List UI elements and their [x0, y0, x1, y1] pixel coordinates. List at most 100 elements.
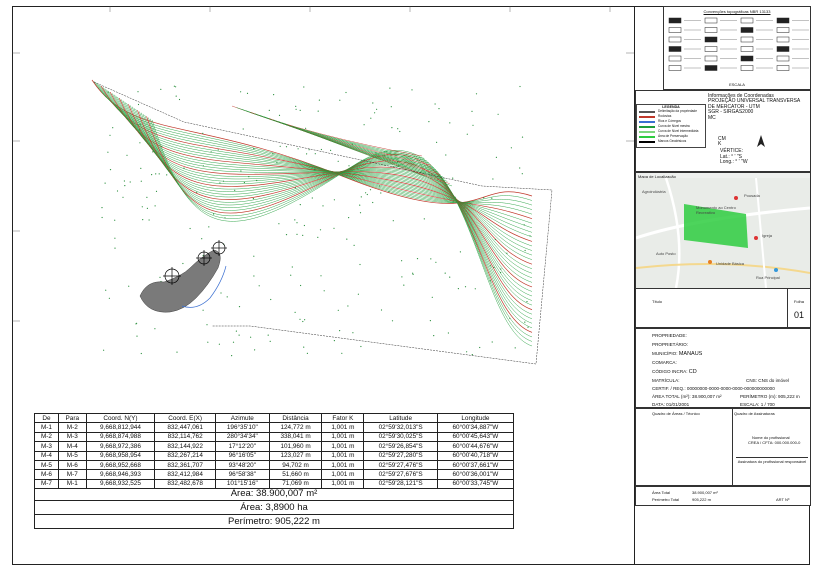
map-legend-items: Delimitação da propriedade Rodovias Rios e… — [637, 109, 705, 144]
spot-height — [196, 191, 198, 193]
spot-height — [412, 273, 414, 275]
spot-height — [389, 87, 391, 89]
contour-line — [241, 108, 427, 161]
table-cell: 1,001 m — [321, 441, 365, 452]
spot-height — [475, 93, 478, 95]
spot-height — [140, 180, 142, 182]
spot-height — [401, 276, 403, 278]
spot-height — [273, 94, 275, 96]
spot-height — [339, 99, 341, 101]
grid-lines — [12, 6, 634, 322]
spot-height — [137, 103, 140, 106]
map-legend: LEGENDA Delimitação da propriedade Rodovi… — [636, 104, 706, 148]
spot-height — [491, 341, 493, 343]
table-cell: 832,144,922 — [154, 441, 216, 452]
spot-height — [290, 274, 292, 276]
table-header-row: De Para Coord. N(Y) Coord. E(X) Azimute … — [34, 412, 515, 424]
spot-height — [497, 113, 499, 115]
contour-line — [120, 99, 533, 269]
spot-height — [142, 219, 144, 221]
spot-height — [319, 229, 322, 231]
spot-height — [253, 255, 255, 257]
escala-label: ESCALA: — [740, 402, 760, 407]
spot-height — [158, 173, 160, 175]
spot-height — [222, 180, 225, 182]
spot-height — [401, 260, 403, 262]
convention-symbol — [668, 46, 682, 52]
spot-height — [213, 213, 215, 215]
municipio-value: MANAUS — [678, 351, 703, 357]
spot-height — [313, 168, 316, 170]
spot-height — [433, 335, 435, 337]
spot-height — [303, 86, 305, 88]
spot-height — [365, 192, 367, 194]
spot-height — [489, 265, 492, 267]
cns-label: CNS: — [746, 378, 757, 383]
spot-height — [320, 148, 322, 151]
spot-height — [359, 212, 362, 214]
spot-height — [500, 268, 502, 270]
spot-height — [226, 296, 228, 298]
spot-height — [348, 165, 350, 167]
convention-symbol — [776, 17, 790, 24]
spot-height — [359, 204, 361, 206]
table-cell: 1,001 m — [321, 459, 365, 471]
spot-height — [101, 216, 103, 219]
spot-height — [202, 132, 204, 134]
spot-height — [108, 297, 110, 299]
map-label: Monumento ao Centro Recreativo — [696, 205, 736, 215]
map-label: Igreja — [762, 233, 773, 238]
col-distancia: Distância — [268, 412, 323, 424]
spot-height — [500, 271, 502, 274]
spot-height — [218, 343, 220, 345]
spot-height — [519, 167, 521, 169]
spot-height — [294, 219, 296, 221]
spot-height — [471, 354, 473, 356]
spot-height — [311, 197, 313, 199]
spot-height — [353, 244, 355, 246]
table-cell: M-7 — [57, 469, 87, 480]
table-cell: 02°59'27,280"S — [363, 450, 438, 461]
spot-height — [252, 198, 254, 200]
spot-height — [154, 205, 156, 207]
table-cell: 02°59'26,854"S — [363, 441, 438, 452]
legend-swatch — [639, 140, 655, 143]
spot-height — [436, 141, 438, 143]
spot-height — [523, 224, 525, 226]
spot-height — [114, 237, 116, 239]
spot-height — [148, 219, 150, 221]
spot-height — [300, 284, 302, 287]
cns-value: CNS do imóvel — [758, 378, 789, 383]
spot-height — [242, 128, 244, 130]
spot-height — [303, 346, 305, 348]
spot-height — [128, 285, 130, 287]
map-label: Agroindústria — [642, 189, 666, 194]
spot-height — [189, 227, 191, 230]
spot-height — [527, 326, 529, 328]
spot-height — [398, 165, 400, 167]
comarca-label: COMARCA: — [652, 360, 677, 365]
spot-height — [139, 142, 141, 144]
spot-height — [159, 276, 161, 278]
spot-height — [178, 98, 181, 101]
table-cell: 9,668,952,668 — [85, 459, 156, 471]
location-map: Mapa de Localização Agroindústria Pousad… — [635, 172, 811, 288]
table-cell: 51,660 m — [268, 469, 323, 480]
spot-height — [333, 227, 335, 229]
col-fator-k: Fator K — [321, 412, 365, 424]
spot-height — [270, 298, 272, 301]
spot-height — [151, 174, 153, 176]
table-cell: M-5 — [57, 450, 87, 461]
table-cell: M-5 — [34, 459, 59, 471]
convention-symbol — [776, 65, 790, 71]
resp-tecnico-label: Quadro de Áreas / Técnico — [652, 411, 700, 416]
spot-height — [155, 173, 157, 175]
legend-item: Marcos Geodésicos — [637, 139, 705, 144]
lake-shape — [139, 249, 221, 313]
data-label: DATA: — [652, 402, 665, 407]
spot-height — [529, 235, 531, 237]
art-label: ART Nº — [776, 497, 790, 502]
spot-height — [161, 145, 163, 147]
spot-height — [363, 124, 365, 126]
table-cell: 196°35'10" — [214, 422, 270, 433]
